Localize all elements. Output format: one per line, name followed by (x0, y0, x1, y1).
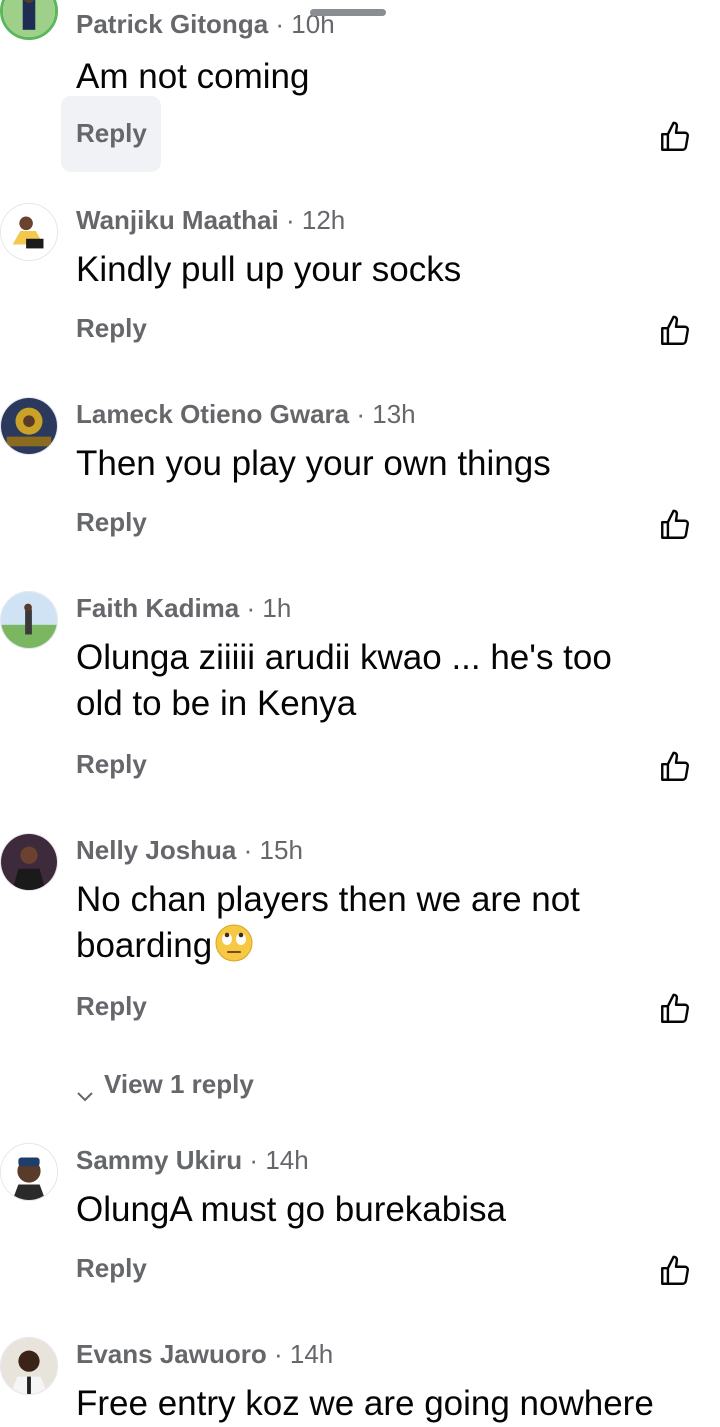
avatar[interactable] (0, 833, 58, 891)
reply-button[interactable]: Reply (76, 507, 147, 537)
avatar[interactable] (0, 0, 58, 40)
comment-author[interactable]: Wanjiku Maathai (76, 205, 279, 235)
avatar[interactable] (0, 1143, 58, 1201)
comment-time: 1h (262, 593, 292, 623)
reply-button[interactable]: Reply (76, 118, 147, 148)
like-button[interactable] (658, 1254, 692, 1288)
comment-text: Olunga ziiiii arudii kwao ... he's too o… (76, 638, 612, 723)
like-button[interactable] (658, 508, 692, 542)
like-button[interactable] (658, 120, 692, 154)
comment-time: 14h (265, 1145, 309, 1175)
meta-separator: · (285, 205, 295, 235)
meta-separator: · (356, 399, 366, 429)
reply-button[interactable]: Reply (76, 749, 147, 779)
reply-button[interactable]: Reply (76, 313, 147, 343)
sheet-drag-handle[interactable] (310, 9, 386, 16)
meta-separator: · (273, 1339, 283, 1369)
chevron-down-icon (76, 1079, 94, 1102)
comment-author[interactable]: Sammy Ukiru (76, 1145, 242, 1175)
comment-text: OlungA must go burekabisa (76, 1190, 506, 1229)
view-replies-button[interactable]: View 1 reply (76, 1069, 254, 1102)
avatar[interactable] (0, 591, 58, 649)
comment-text: No chan players then we are not boarding (76, 877, 676, 969)
thumbs-up-outline-icon (658, 508, 692, 542)
meta-separator: · (249, 1145, 259, 1175)
face-with-rolling-eyes-emoji (214, 923, 254, 963)
comment-time: 14h (289, 1339, 334, 1369)
meta-separator: · (275, 9, 285, 39)
thumbs-up-outline-icon (658, 992, 692, 1026)
comment-author[interactable]: Lameck Otieno Gwara (76, 399, 349, 429)
avatar[interactable] (0, 203, 58, 261)
comment-author[interactable]: Patrick Gitonga (76, 9, 268, 39)
comment-author[interactable]: Faith Kadima (76, 593, 239, 623)
comment-author[interactable]: Nelly Joshua (76, 835, 236, 865)
thumbs-up-outline-icon (658, 120, 692, 154)
view-replies-label: View 1 reply (104, 1069, 254, 1099)
comment-time: 13h (372, 399, 416, 429)
like-button[interactable] (658, 314, 692, 348)
comment-text: Then you play your own things (76, 444, 551, 483)
thumbs-up-outline-icon (658, 314, 692, 348)
comment-text: Kindly pull up your socks (76, 250, 462, 289)
avatar[interactable] (0, 397, 58, 455)
comment-text: Free entry koz we are going nowhere (76, 1384, 654, 1423)
meta-separator: · (246, 593, 256, 623)
thumbs-up-outline-icon (658, 1254, 692, 1288)
like-button[interactable] (658, 992, 692, 1026)
meta-separator: · (243, 835, 253, 865)
comment-time: 12h (301, 205, 346, 235)
thumbs-up-outline-icon (658, 750, 692, 784)
comment-text: Am not coming (76, 57, 310, 96)
comment-author[interactable]: Evans Jawuoro (76, 1339, 267, 1369)
comment-time: 15h (259, 835, 303, 865)
comment-text-content: No chan players then we are not boarding (76, 880, 580, 965)
avatar[interactable] (0, 1337, 58, 1395)
like-button[interactable] (658, 750, 692, 784)
reply-button[interactable]: Reply (76, 1253, 147, 1283)
reply-button[interactable]: Reply (76, 991, 147, 1021)
